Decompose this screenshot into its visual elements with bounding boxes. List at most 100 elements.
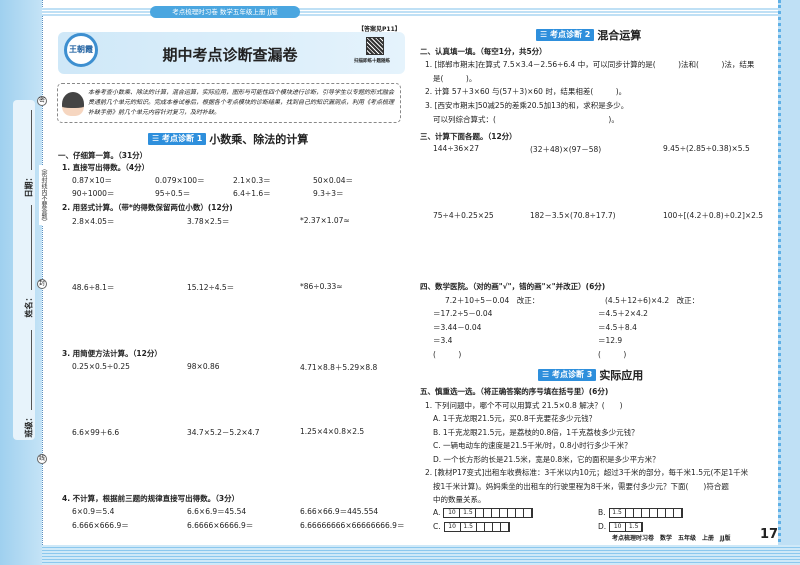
segment-cell-empty [516,509,525,517]
part-2-heading: 二、认真填一填。（每空1分，共5分） [420,47,547,56]
correction-step: ＝3.4 [433,336,453,345]
qr-caption: 扫描即练十题随练 [354,59,390,64]
problem: 50×0.04＝ [313,176,354,185]
question-label: 1. 直接写出得数。（4分） [62,163,150,172]
qr-code-icon[interactable] [366,37,384,55]
problem: 90÷1000＝ [72,189,115,198]
section-heading-1: ☰ 考点诊断 1 小数乘、除法的计算 [148,132,309,146]
section-heading-3: ☰ 考点诊断 3 实际应用 [538,368,644,382]
problem: 6.66666666×66666666.9＝ [300,521,405,530]
problem: 6.6×6.9＝45.54 [187,507,247,516]
segment-cell-empty [674,509,682,517]
choice-option-diagram[interactable]: B. 1.5 [598,508,683,518]
section-title: 实际应用 [599,368,644,382]
question-stem: 1. 下列问题中，哪个不可以用算式 21.5×0.8 解决？( ) [425,401,623,410]
choice-option-diagram[interactable]: D. 10 1.5 [598,522,644,532]
problem: 6×0.9＝5.4 [72,507,115,516]
problem: 6.6666×6666.9＝ [187,521,254,530]
page-title: 期中考点诊断查漏卷 [162,46,298,64]
question-stem: 按1千米计算)。妈妈乘坐的出租车的行驶里程为8千米，需要付多少元？下面( )符合… [433,482,729,491]
right-wave-border [778,0,800,565]
problem: 9.45÷(2.85÷0.38)×5.5 [663,144,750,153]
question-label: 3. 用简便方法计算。（12分） [62,349,162,358]
seal-note: （密封线内不要答题） [39,165,48,225]
problem: 182－3.5×(70.8÷17.7) [530,211,616,220]
date-line[interactable] [31,110,32,170]
segment-cell-empty [493,523,501,531]
choice-option: A. 1千克龙眼21.5元，买0.8千克要花多少元钱？ [433,414,597,423]
correction-step: ＝12.9 [598,336,623,345]
problem: 144÷36×27 [433,144,479,153]
segment-diagram: 10 1.5 [443,522,510,532]
problem: 0.079×100＝ [155,176,205,185]
segment-cell-empty [626,509,634,517]
bottom-wave-border [42,545,800,565]
option-label: B. [598,508,606,517]
option-label: D. [598,522,607,531]
section-tag: ☰ 考点诊断 2 [536,28,595,41]
problem: 48.6÷8.1＝ [72,283,115,292]
correction-step: ＝3.44－0.04 [433,323,482,332]
problem: 15.12÷4.5＝ [187,283,235,292]
segment-cell: 1.5 [460,509,477,517]
name-line[interactable] [31,205,32,290]
correction-step: ＝4.5＋8.4 [598,323,637,332]
segment-cell-empty [500,509,509,517]
segment-cell-empty [642,509,650,517]
series-banner: 考点梳理时习卷 数学五年级上册 JJ版 [150,6,300,18]
intro-text: 本卷考查小数乘、除法的计算，混合运算，实际应用，图形与可能性四个模块进行诊断，引… [88,89,395,116]
part-3-heading: 三、计算下面各题。（12分） [420,132,517,141]
class-line[interactable] [31,330,32,410]
segment-cell-empty [634,509,642,517]
segment-cell-empty [476,509,485,517]
question-stem: 中的数量关系。 [433,495,486,504]
segment-cell-empty [650,509,658,517]
problem: 0.87×10＝ [72,176,113,185]
segment-cell-empty [508,509,517,517]
segment-cell: 1.5 [461,523,477,531]
section-title: 小数乘、除法的计算 [209,132,309,146]
class-label: 班级： [24,413,34,438]
segment-cell: 10 [444,509,461,517]
section-tag: ☰ 考点诊断 1 [148,132,207,145]
segment-cell-empty [658,509,666,517]
correction-step: ( ) [598,350,627,359]
segment-cell: 1.5 [610,509,626,517]
choice-option: C. 一辆电动车的速度是21.5千米/时，0.8小时行多少千米？ [433,441,632,450]
segment-cell-empty [492,509,501,517]
problem: 34.7×5.2－5.2×4.7 [187,428,260,437]
segment-cell-empty [477,523,485,531]
segment-diagram: 10 1.5 [609,522,644,532]
fill-blank-line: 2. 计算 57＋3×60 与(57＋3)×60 时，结果相差( )。 [425,87,627,96]
problem: 1.25×4×0.8×2.5 [300,427,365,436]
section-heading-2: ☰ 考点诊断 2 混合运算 [536,28,642,42]
date-label: 日期： [24,173,34,198]
correction-step: ＝4.5＋2×4.2 [598,309,648,318]
segment-cell: 10 [445,523,461,531]
problem: 75÷4＋0.25×25 [433,211,494,220]
problem: 2.1×0.3＝ [233,176,271,185]
problem: *86÷0.33≈ [300,282,343,291]
correction-step: 7.2＋10÷5－0.04 改正： [445,296,540,305]
name-label: 姓名： [24,293,34,318]
segment-cell-empty [501,523,509,531]
segment-cell-empty [484,509,493,517]
brand-logo: 王朝霞 [64,33,98,67]
problem: 6.6×99＋6.6 [72,428,120,437]
part-1-heading: 一、仔细算一算。（31分） [58,151,148,160]
problem: 9.3÷3＝ [313,189,344,198]
correction-step: ( ) [433,350,462,359]
section-title: 混合运算 [597,28,642,42]
problem: 6.4÷1.6＝ [233,189,271,198]
page-number: 17 [760,527,779,542]
question-label: 2. 用竖式计算。（带*的得数保留两位小数）(12分) [62,203,233,212]
problem: 4.71×8.8＋5.29×8.8 [300,363,378,372]
question-label: 4. 不计算，根据前三题的规律直接写出得数。（3分） [62,494,240,503]
choice-option-diagram[interactable]: C. 10 1.5 [433,522,510,532]
problem: 98×0.86 [187,362,220,371]
part-4-heading: 四、数学医院。（对的画"√"，错的画"×"并改正）(6分) [420,282,606,291]
choice-option-diagram[interactable]: A. 10 1.5 [433,508,534,518]
segment-cell-empty [666,509,674,517]
fill-blank-line: 是( )。 [433,74,477,83]
seal-mark: 封 [37,279,47,289]
